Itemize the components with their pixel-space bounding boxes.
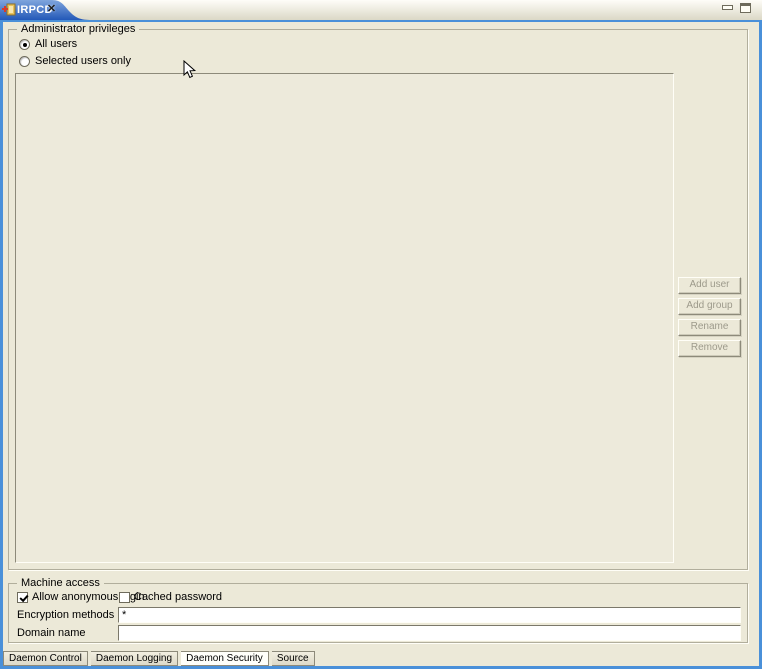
- encryption-methods-label: Encryption methods: [17, 609, 114, 621]
- cached-password-checkbox[interactable]: [119, 592, 130, 603]
- all-users-radio-label[interactable]: All users: [35, 38, 77, 50]
- rename-button[interactable]: Rename: [678, 319, 741, 336]
- administrator-privileges-group: Administrator privileges All users Selec…: [8, 29, 748, 570]
- close-icon[interactable]: ✕: [45, 3, 58, 16]
- machine-access-label: Machine access: [17, 577, 104, 589]
- administrator-privileges-label: Administrator privileges: [17, 23, 139, 35]
- editor-tabstrip: IRPCD ✕: [0, 0, 762, 20]
- tab-irpcd[interactable]: IRPCD ✕: [0, 0, 92, 20]
- domain-name-input[interactable]: [118, 625, 741, 641]
- minimize-icon[interactable]: [722, 5, 733, 10]
- tabstrip-accent-line: [0, 20, 762, 22]
- selected-users-only-radio[interactable]: [19, 56, 30, 67]
- domain-name-label: Domain name: [17, 627, 85, 639]
- tab-source[interactable]: Source: [272, 651, 315, 666]
- encryption-methods-input[interactable]: [118, 607, 741, 623]
- all-users-radio[interactable]: [19, 39, 30, 50]
- remove-button[interactable]: Remove: [678, 340, 741, 357]
- tab-daemon-logging[interactable]: Daemon Logging: [91, 651, 178, 666]
- users-list[interactable]: [15, 73, 674, 563]
- bottom-tab-folder: Daemon Control Daemon Logging Daemon Sec…: [3, 651, 315, 666]
- machine-access-group: Machine access Allow anonymous login Cac…: [8, 583, 748, 643]
- cached-password-label[interactable]: Cached password: [134, 591, 222, 603]
- view-border-left: [0, 22, 3, 669]
- selected-users-only-radio-label[interactable]: Selected users only: [35, 55, 131, 67]
- add-user-button[interactable]: Add user: [678, 277, 741, 294]
- allow-anonymous-login-checkbox[interactable]: [17, 592, 28, 603]
- tab-daemon-control[interactable]: Daemon Control: [3, 651, 88, 666]
- tab-daemon-security[interactable]: Daemon Security: [181, 651, 269, 666]
- add-group-button[interactable]: Add group: [678, 298, 741, 315]
- irpcd-editor-view: IRPCD ✕ Administrator privileges All use…: [0, 0, 762, 669]
- maximize-icon[interactable]: [740, 3, 751, 13]
